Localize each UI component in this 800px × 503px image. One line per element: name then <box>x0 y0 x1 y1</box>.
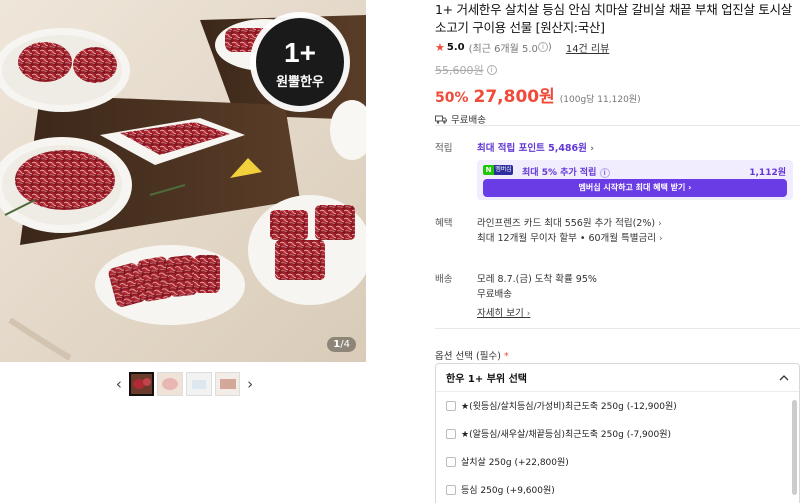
star-icon: ★ <box>435 40 445 54</box>
chevron-up-icon <box>779 374 789 380</box>
required-mark: * <box>503 351 509 362</box>
membership-start-label: 멤버십 시작하고 최대 혜택 받기 <box>578 183 686 192</box>
option-item-label: ★(윗등심/살치등심/가성비)최근도축 250g (-12,900원) <box>461 402 677 412</box>
benefit-label: 혜택 <box>435 218 453 229</box>
rating-recent-end: ) <box>547 41 552 53</box>
divider <box>435 328 800 329</box>
npay-badge-n: N <box>483 165 494 175</box>
chevron-right-icon: › <box>688 183 692 192</box>
delivery-estimate: 모레 8.7.(금) 도착 확률 95% <box>477 274 597 285</box>
max-points-link[interactable]: 최대 적립 포인트 5,486원 › <box>477 140 594 154</box>
npay-extra-points: 최대 5% 추가 적립 i <box>522 165 610 178</box>
npay-membership-box: N 멤버십 최대 5% 추가 적립 i 1,112원 멤버십 시작하고 최대 혜… <box>477 160 793 200</box>
option-dropdown: 한우 1+ 부위 선택 ★(윗등심/살치등심/가성비)최근도축 250g (-1… <box>435 363 800 503</box>
membership-start-button[interactable]: 멤버십 시작하고 최대 혜택 받기 › <box>483 179 787 197</box>
option-scrollbar[interactable] <box>792 400 797 495</box>
beef-photo: 1+ 원뿔한우 <box>0 0 366 362</box>
delivery-detail-text: 자세히 보기 <box>477 308 524 319</box>
thumbnail-strip: ‹ › <box>112 371 257 397</box>
delivery-label: 배송 <box>435 274 453 285</box>
info-icon[interactable]: i <box>537 42 548 52</box>
free-shipping-label: 무료배송 <box>451 115 486 126</box>
checkbox-icon[interactable] <box>446 400 456 411</box>
shipping-badge-row: 무료배송 <box>435 112 800 126</box>
rating-score: 5.0 <box>446 41 465 53</box>
rating-row: ★ 5.0 (최근 6개월 5.0 i ) 14건 리뷰 <box>435 40 800 55</box>
option-item[interactable]: 살치살 250g (+22,800원) <box>446 455 569 468</box>
rating-recent: (최근 6개월 5.0 <box>468 43 538 55</box>
image-counter-total: /4 <box>340 339 350 350</box>
original-price-row: 55,600원 i <box>435 62 800 78</box>
npay-badge-membership: 멤버십 <box>494 165 513 175</box>
delivery-fee: 무료배송 <box>477 289 512 300</box>
info-icon[interactable]: i <box>599 168 610 178</box>
image-counter: 1/4 <box>327 337 356 352</box>
option-select-label: 옵션 선택 (필수) * <box>435 348 509 362</box>
option-item-label: 살치살 250g (+22,800원) <box>461 458 569 468</box>
chevron-right-icon: › <box>590 144 594 154</box>
option-label-text: 옵션 선택 <box>435 351 473 362</box>
unit-price: (100g당 11,120원) <box>559 95 641 105</box>
option-item-label: ★(알등심/새우살/채끝등심)최근도축 250g (-7,900원) <box>461 430 672 440</box>
option-group-title: 한우 1+ 부위 선택 <box>446 374 527 385</box>
thumbnail-2[interactable] <box>157 372 184 396</box>
installment-benefit-link[interactable]: 최대 12개월 무이자 할부 • 60개월 특별금리 › <box>477 230 663 244</box>
badge-brand: 원뿔한우 <box>276 74 324 90</box>
option-group-header[interactable]: 한우 1+ 부위 선택 <box>436 364 799 392</box>
option-item-label: 등심 250g (+9,600원) <box>461 486 555 496</box>
product-info-panel: 1+ 거세한우 살치살 등심 안심 치마살 갈비살 채끝 부채 업진살 토시살 … <box>435 0 800 503</box>
option-item[interactable]: ★(알등심/새우살/채끝등심)최근도축 250g (-7,900원) <box>446 427 671 440</box>
arrow-right-icon[interactable]: › <box>243 372 257 396</box>
thumbnail-1[interactable] <box>128 372 155 396</box>
installment-benefit-text: 최대 12개월 무이자 할부 • 60개월 특별금리 <box>477 233 656 244</box>
max-points-text: 최대 적립 포인트 5,486원 <box>477 143 587 154</box>
card-benefit-link[interactable]: 라인프렌즈 카드 최대 556원 추가 적립(2%) › <box>477 215 662 229</box>
delivery-detail-link[interactable]: 자세히 보기 › <box>477 305 530 319</box>
arrow-left-icon[interactable]: ‹ <box>112 372 126 396</box>
checkbox-icon[interactable] <box>446 456 456 467</box>
chevron-right-icon: › <box>659 234 663 244</box>
checkbox-icon[interactable] <box>446 484 456 495</box>
thumbnail-3[interactable] <box>186 372 212 396</box>
points-label: 적립 <box>435 143 453 154</box>
card-benefit-text: 라인프렌즈 카드 최대 556원 추가 적립(2%) <box>477 218 656 229</box>
product-page: 1+ 원뿔한우 1/4 ‹ › 1+ 거세한우 살치살 등심 안심 치마살 갈비… <box>0 0 800 503</box>
checkbox-icon[interactable] <box>446 428 456 439</box>
chevron-right-icon: › <box>658 219 662 229</box>
truck-icon <box>435 115 447 124</box>
product-title: 1+ 거세한우 살치살 등심 안심 치마살 갈비살 채끝 부채 업진살 토시살 … <box>435 2 792 35</box>
npay-points-amount: 1,112원 <box>749 168 786 178</box>
sale-price: 27,800원 <box>473 87 555 107</box>
option-item[interactable]: 등심 250g (+9,600원) <box>446 483 555 496</box>
original-price: 55,600원 <box>435 64 484 77</box>
price-info-icon[interactable]: i <box>486 65 497 75</box>
price-row: 50% 27,800원 (100g당 11,120원) <box>435 82 800 107</box>
option-required-text: (필수) <box>476 351 501 362</box>
npay-badge: N 멤버십 <box>483 165 513 175</box>
main-product-image[interactable]: 1+ 원뿔한우 1/4 <box>0 0 366 362</box>
divider <box>435 125 800 126</box>
review-count-link[interactable]: 14건 리뷰 <box>566 40 610 55</box>
discount-rate: 50% <box>435 90 469 106</box>
option-item[interactable]: ★(윗등심/살치등심/가성비)최근도축 250g (-12,900원) <box>446 399 677 412</box>
npay-extra-points-text: 최대 5% 추가 적립 <box>522 168 597 178</box>
chevron-right-icon: › <box>526 309 531 319</box>
badge-grade: 1+ <box>284 37 316 68</box>
thumbnail-4[interactable] <box>214 372 241 396</box>
